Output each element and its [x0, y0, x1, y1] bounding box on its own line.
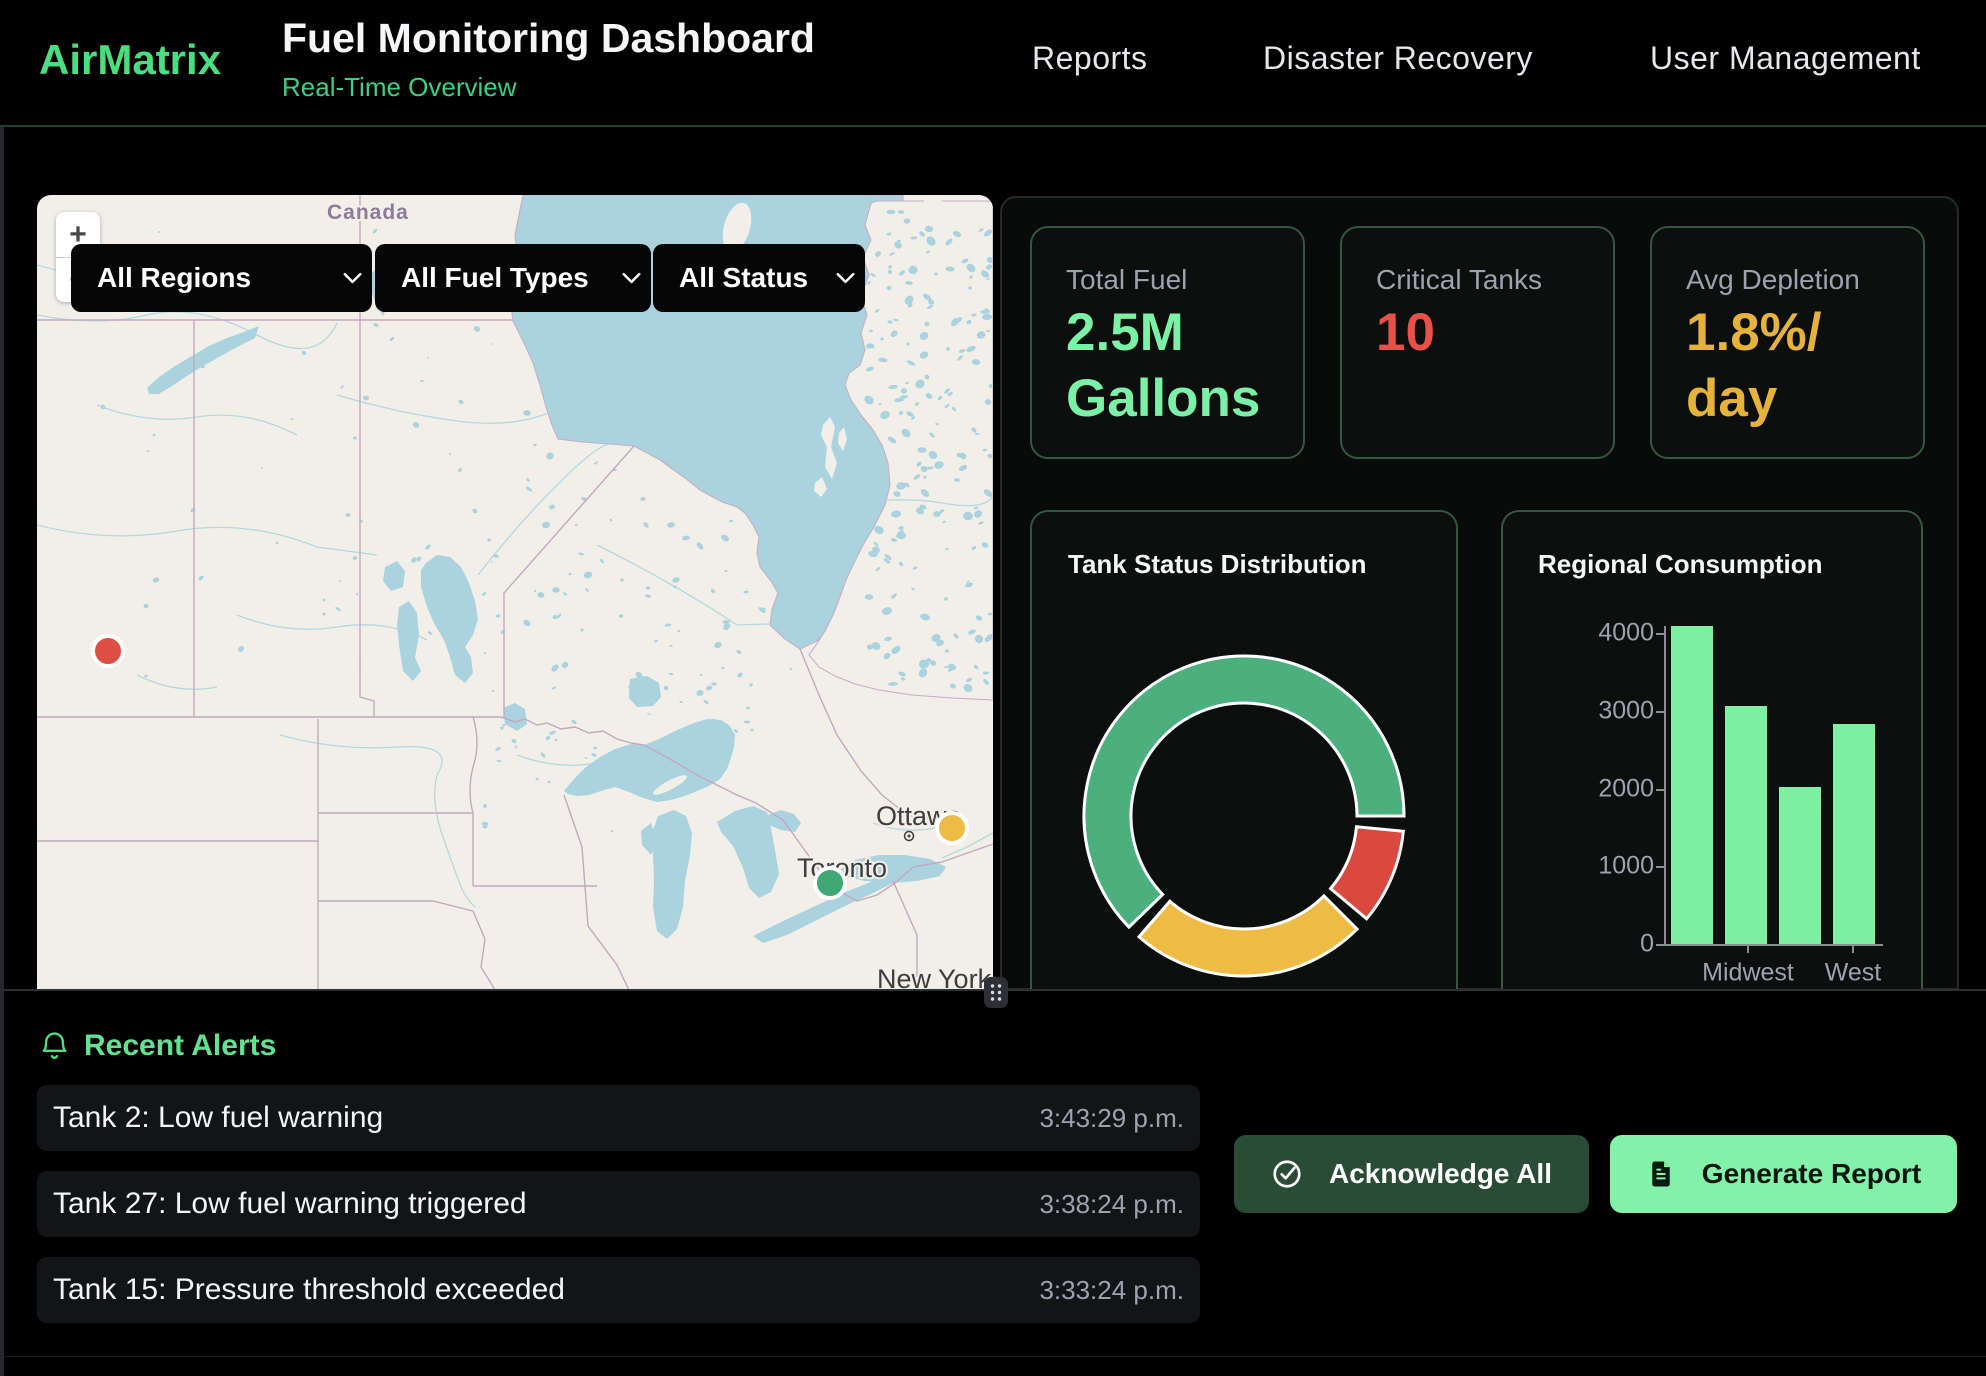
- svg-text:New York: New York: [877, 964, 992, 990]
- svg-text:Canada: Canada: [327, 201, 409, 224]
- svg-text:Midwest: Midwest: [1702, 959, 1794, 986]
- svg-text:3000: 3000: [1598, 697, 1654, 725]
- svg-text:4000: 4000: [1598, 619, 1654, 647]
- svg-text:0: 0: [1640, 930, 1654, 958]
- svg-text:1000: 1000: [1598, 852, 1654, 880]
- svg-text:West: West: [1825, 959, 1882, 986]
- svg-text:2000: 2000: [1598, 775, 1654, 803]
